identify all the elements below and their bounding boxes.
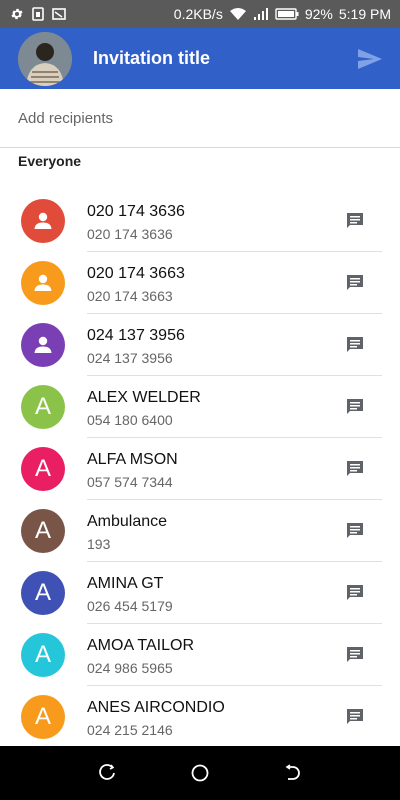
person-icon — [34, 336, 52, 353]
contact-phone: 057 574 7344 — [87, 474, 173, 490]
contact-row[interactable]: A ALEX WELDER 054 180 6400 — [0, 376, 400, 438]
contact-phone: 193 — [87, 536, 111, 552]
contact-phone: 026 454 5179 — [87, 598, 173, 614]
message-icon — [347, 523, 363, 538]
message-icon — [347, 709, 363, 724]
person-icon — [34, 212, 52, 229]
contact-phone: 024 986 5965 — [87, 660, 173, 676]
message-button[interactable] — [344, 644, 366, 666]
home-button[interactable] — [180, 753, 220, 793]
message-icon — [347, 275, 363, 290]
contact-phone: 054 180 6400 — [87, 412, 173, 428]
contact-name: 020 174 3636 — [87, 203, 185, 220]
contact-avatar: A — [21, 509, 65, 553]
person-icon — [34, 274, 52, 291]
message-button[interactable] — [344, 396, 366, 418]
contact-avatar: A — [21, 447, 65, 491]
contact-list: 020 174 3636 020 174 3636 020 174 3663 0… — [0, 190, 400, 748]
contact-avatar: A — [21, 385, 65, 429]
contact-name: ALFA MSON — [87, 451, 178, 468]
cast-icon — [52, 8, 66, 20]
contact-name: AMINA GT — [87, 575, 164, 592]
app-bar: Invitation title — [0, 28, 400, 89]
message-icon — [347, 461, 363, 476]
page-title: Invitation title — [93, 48, 210, 68]
contact-avatar — [21, 261, 65, 305]
message-button[interactable] — [344, 334, 366, 356]
contact-row[interactable]: 020 174 3663 020 174 3663 — [0, 252, 400, 314]
battery-level: 92% — [304, 6, 333, 22]
contact-row[interactable]: 020 174 3636 020 174 3636 — [0, 190, 400, 252]
contact-name: 024 137 3956 — [87, 327, 185, 344]
message-button[interactable] — [344, 706, 366, 728]
message-icon — [347, 213, 363, 228]
recents-button[interactable] — [87, 753, 127, 793]
invitation-photo-avatar[interactable] — [18, 31, 72, 86]
recents-icon — [98, 764, 115, 780]
contact-name: ANES AIRCONDIO — [87, 699, 225, 716]
message-button[interactable] — [344, 272, 366, 294]
contact-row[interactable]: A ANES AIRCONDIO 024 215 2146 — [0, 686, 400, 748]
contact-name: Ambulance — [87, 513, 168, 530]
contact-row[interactable]: A Ambulance 193 — [0, 500, 400, 562]
contact-avatar — [21, 323, 65, 367]
contact-name: ALEX WELDER — [87, 389, 201, 406]
send-icon — [358, 48, 382, 69]
network-speed: 0.2KB/s — [173, 6, 223, 22]
message-icon — [347, 647, 363, 662]
battery-icon — [275, 8, 299, 20]
signal-icon — [253, 7, 269, 21]
settings-icon — [10, 7, 24, 21]
contact-row[interactable]: A AMOA TAILOR 024 986 5965 — [0, 624, 400, 686]
contact-row[interactable]: 024 137 3956 024 137 3956 — [0, 314, 400, 376]
recipients-bar — [0, 89, 400, 148]
status-bar: 0.2KB/s 92% 5:19 PM — [0, 0, 400, 28]
contact-name: AMOA TAILOR — [87, 637, 194, 654]
contact-row[interactable]: A AMINA GT 026 454 5179 — [0, 562, 400, 624]
contact-row[interactable]: A ALFA MSON 057 574 7344 — [0, 438, 400, 500]
contact-phone: 024 215 2146 — [87, 722, 173, 738]
message-icon — [347, 399, 363, 414]
message-button[interactable] — [344, 520, 366, 542]
back-button[interactable] — [273, 753, 313, 793]
contact-avatar: A — [21, 571, 65, 615]
add-recipients-input[interactable] — [18, 109, 378, 127]
contact-phone: 020 174 3636 — [87, 226, 173, 242]
contact-avatar: A — [21, 633, 65, 677]
navigation-bar — [0, 746, 400, 800]
contact-phone: 024 137 3956 — [87, 350, 173, 366]
wifi-icon — [229, 7, 247, 21]
contact-avatar — [21, 199, 65, 243]
sim-icon — [32, 7, 44, 21]
send-button[interactable] — [350, 39, 390, 79]
message-button[interactable] — [344, 458, 366, 480]
contact-avatar: A — [21, 695, 65, 739]
message-icon — [347, 337, 363, 352]
clock: 5:19 PM — [338, 6, 391, 22]
contact-phone: 020 174 3663 — [87, 288, 173, 304]
section-header-everyone: Everyone — [18, 153, 82, 169]
contact-name: 020 174 3663 — [87, 265, 185, 282]
message-button[interactable] — [344, 210, 366, 232]
message-icon — [347, 585, 363, 600]
home-icon — [191, 764, 209, 782]
message-button[interactable] — [344, 582, 366, 604]
back-icon — [285, 764, 301, 780]
